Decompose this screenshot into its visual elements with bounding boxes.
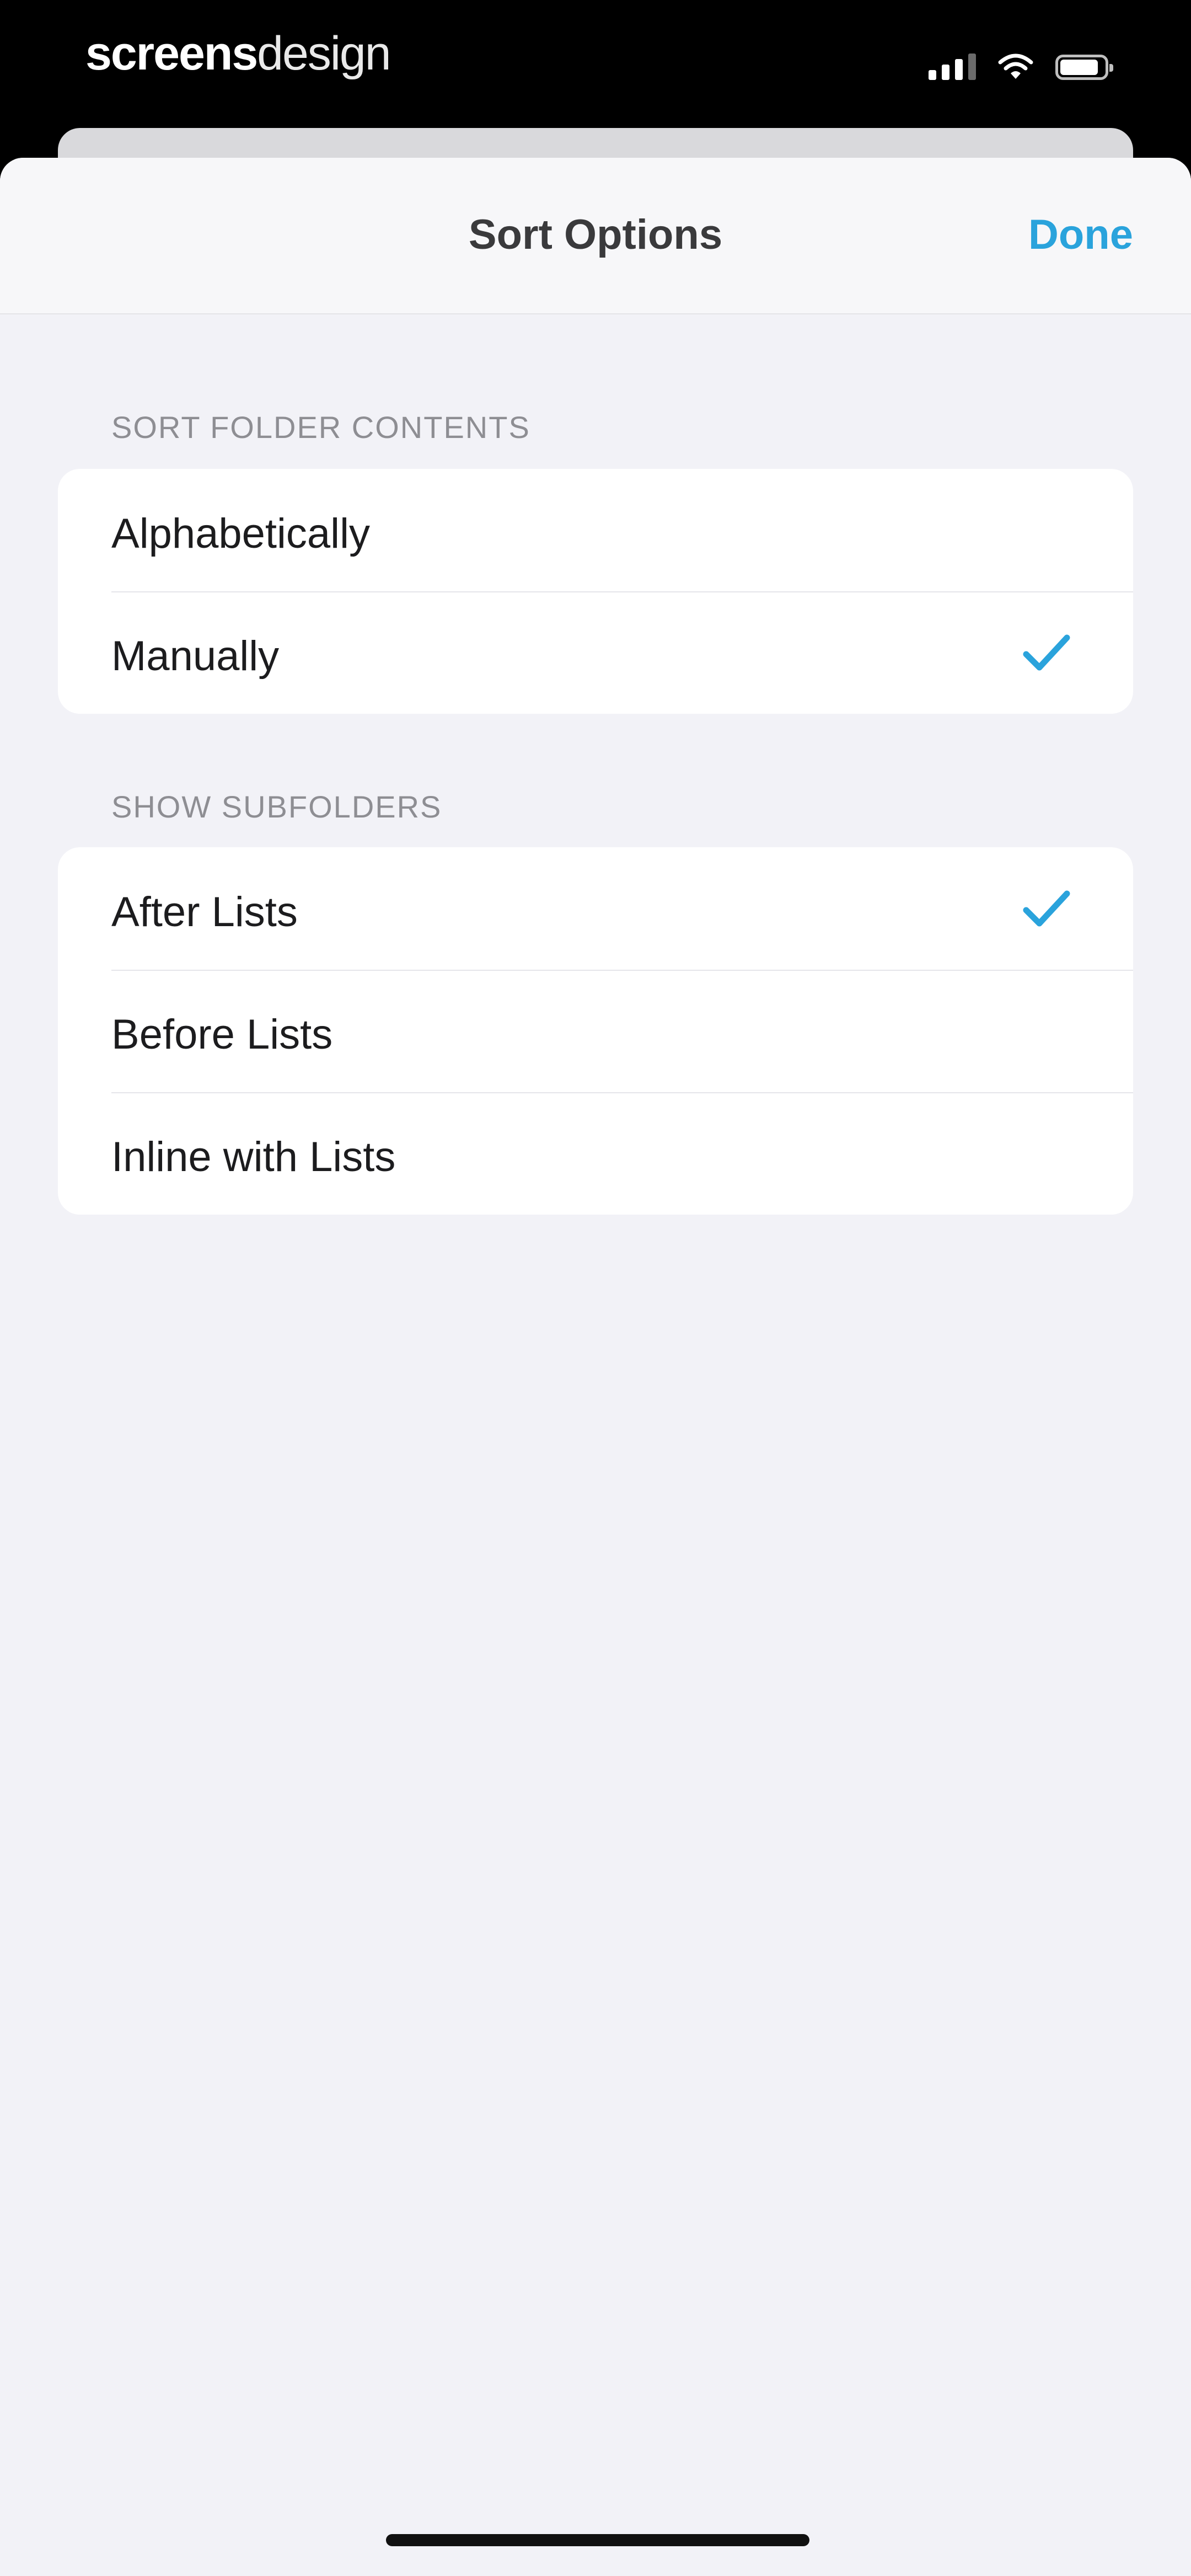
sort-folder-contents-group: Alphabetically Manually [58, 469, 1133, 714]
show-subfolders-group: After Lists Before Lists Inline with Lis… [58, 847, 1133, 1215]
option-alphabetically[interactable]: Alphabetically [58, 469, 1133, 591]
option-label: Before Lists [111, 1011, 333, 1058]
checkmark-icon [1023, 634, 1070, 671]
done-button[interactable]: Done [1028, 211, 1133, 259]
option-after-lists[interactable]: After Lists [58, 847, 1133, 970]
status-bar: screensdesign [0, 0, 1191, 132]
option-label: After Lists [111, 889, 298, 936]
checkmark-icon [1023, 890, 1070, 927]
battery-icon [1055, 55, 1113, 80]
brand-strong-text: screens [85, 27, 258, 80]
brand-watermark: screensdesign [85, 23, 391, 84]
section-header-show-subfolders: SHOW SUBFOLDERS [111, 789, 442, 824]
cellular-signal-icon [929, 54, 976, 80]
section-header-sort-folder-contents: SORT FOLDER CONTENTS [111, 410, 530, 445]
option-label: Inline with Lists [111, 1134, 396, 1180]
option-label: Manually [111, 633, 280, 680]
option-before-lists[interactable]: Before Lists [58, 970, 1133, 1092]
option-inline-with-lists[interactable]: Inline with Lists [58, 1092, 1133, 1215]
status-icons [929, 52, 1113, 80]
brand-light-text: design [257, 27, 391, 80]
sort-options-sheet: Sort Options Done SORT FOLDER CONTENTS A… [0, 158, 1191, 2576]
wifi-icon [998, 52, 1033, 80]
home-indicator[interactable] [386, 2534, 809, 2546]
page-title: Sort Options [468, 211, 723, 258]
option-manually[interactable]: Manually [58, 591, 1133, 714]
option-label: Alphabetically [111, 510, 370, 557]
navigation-bar: Sort Options Done [0, 158, 1191, 314]
